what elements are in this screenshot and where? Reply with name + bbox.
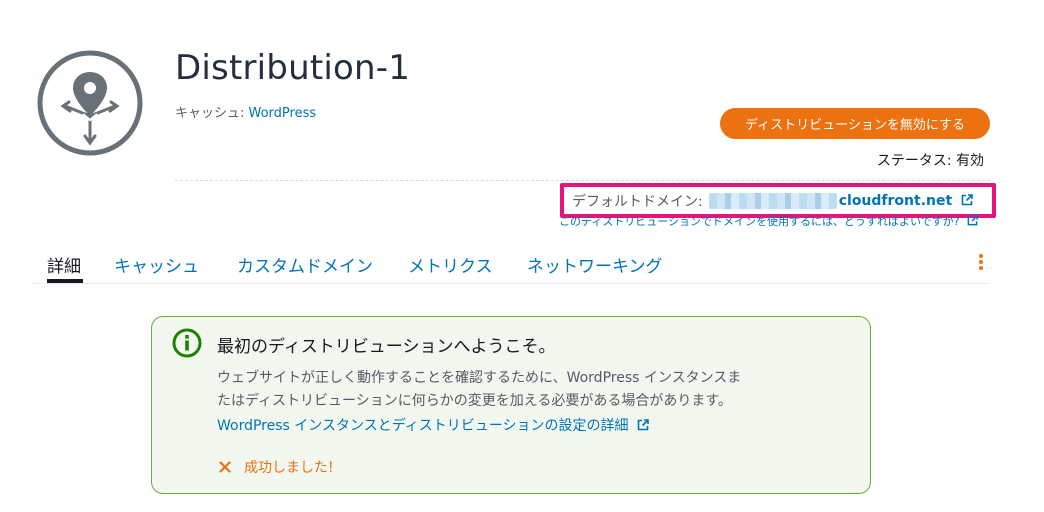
tab-metrics[interactable]: メトリクス	[408, 252, 493, 277]
more-options-icon[interactable]	[975, 252, 987, 274]
info-icon	[172, 328, 202, 358]
disable-distribution-button[interactable]: ディストリビューションを無効にする	[720, 108, 990, 139]
default-domain-link[interactable]: cloudfront.net	[839, 193, 973, 209]
tab-bar: 詳細 キャッシュ カスタムドメイン メトリクス ネットワーキング	[32, 250, 990, 284]
external-link-icon	[637, 419, 649, 431]
default-domain-label: デフォルトドメイン:	[572, 193, 703, 210]
flash-title: 最初のディストリビューションへようこそ。	[217, 337, 556, 357]
domain-help-link[interactable]: このディストリビューションでドメインを使用するには、どうすればよいですか?	[559, 213, 978, 229]
external-link-icon	[967, 215, 978, 226]
wordpress-settings-link[interactable]: WordPress インスタンスとディストリビューションの設定の詳細	[217, 415, 649, 435]
active-tab-indicator	[47, 279, 83, 283]
distribution-logo-icon	[37, 50, 143, 156]
flash-body-line: たはディストリビューションに何らかの変更を加える必要がある場合があります。	[217, 393, 732, 409]
redacted-domain-prefix	[708, 192, 837, 209]
cache-info: キャッシュ: WordPress	[175, 102, 316, 121]
flash-body-line: ウェブサイトが正しく動作することを確認するために、WordPress インスタン…	[217, 370, 742, 386]
wordpress-settings-link-text[interactable]: WordPress インスタンスとディストリビューションの設定の詳細	[217, 418, 628, 434]
close-x-icon	[219, 461, 231, 473]
success-message: 成功しました!	[219, 457, 334, 477]
cache-link[interactable]: WordPress	[249, 106, 317, 121]
tab-networking[interactable]: ネットワーキング	[527, 252, 663, 277]
success-text: 成功しました!	[244, 460, 334, 476]
tab-custom-domains[interactable]: カスタムドメイン	[237, 252, 373, 277]
default-domain-link-text[interactable]: cloudfront.net	[839, 193, 952, 209]
flash-body: ウェブサイトが正しく動作することを確認するために、WordPress インスタン…	[217, 367, 817, 413]
status-text: ステータス: 有効	[876, 153, 984, 169]
tab-details[interactable]: 詳細	[47, 252, 81, 277]
tab-cache[interactable]: キャッシュ	[114, 252, 199, 277]
welcome-flash-message: 最初のディストリビューションへようこそ。 ウェブサイトが正しく動作することを確認…	[151, 316, 871, 494]
external-link-icon	[961, 193, 973, 205]
page-title: Distribution-1	[175, 48, 411, 88]
cache-label: キャッシュ:	[175, 106, 249, 121]
divider	[175, 180, 990, 181]
domain-help-link-text[interactable]: このディストリビューションでドメインを使用するには、どうすればよいですか?	[559, 215, 960, 228]
